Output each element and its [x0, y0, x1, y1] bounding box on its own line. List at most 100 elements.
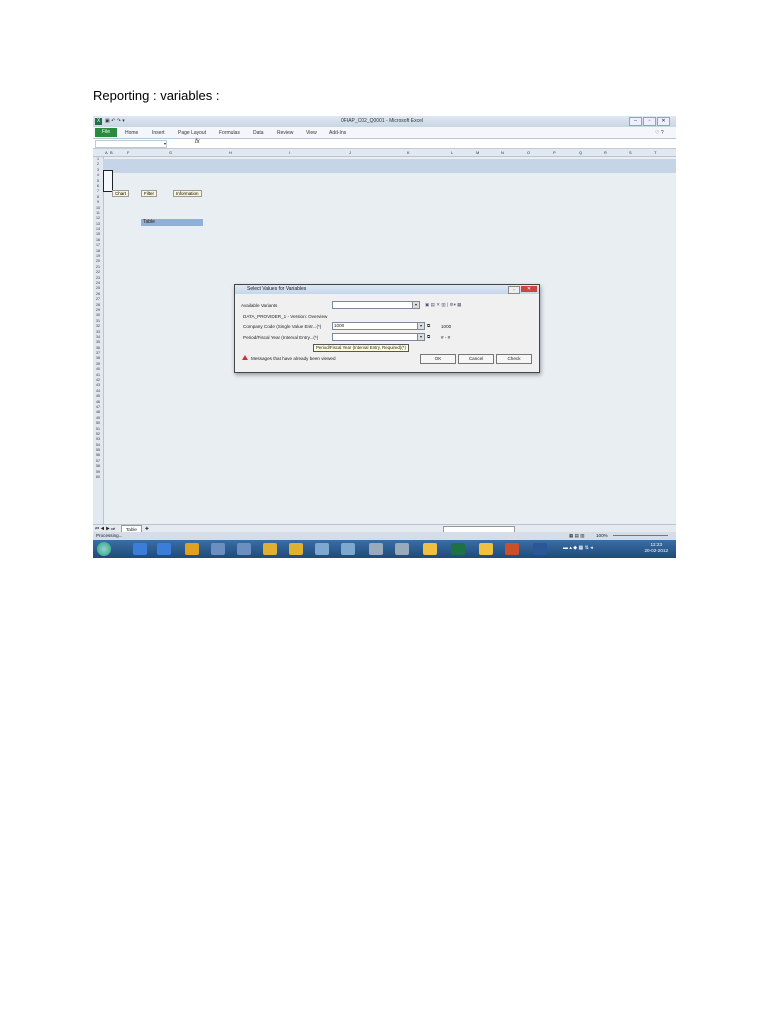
formula-bar: ▾ fx	[93, 139, 676, 149]
minimize-icon[interactable]: –	[629, 117, 642, 126]
excel-screenshot: X ▣ ↶ ↷ ▾ 0FIAP_C02_Q0001 - Microsoft Ex…	[93, 116, 676, 558]
cancel-button[interactable]: Cancel	[458, 354, 494, 364]
tooltip: Period/Fiscal Year (Interval Entry, Requ…	[313, 344, 409, 352]
app-icon[interactable]	[341, 543, 355, 555]
company-code-value: 1000	[334, 323, 345, 328]
period-display: # - #	[441, 335, 451, 340]
variant-toolbar-icons[interactable]: ▣ ▤ ✕ ▥ | ⚙▾ ▦	[425, 302, 462, 308]
tab-review[interactable]: Review	[277, 130, 293, 136]
document-heading: Reporting : variables :	[93, 88, 220, 103]
column-header[interactable]: O	[527, 150, 530, 155]
dialog-close-icon[interactable]: ✕	[521, 286, 537, 292]
period-fiscal-year-input[interactable]: ▾	[332, 333, 425, 341]
app-icon[interactable]	[479, 543, 493, 555]
column-header[interactable]: Q	[579, 150, 582, 155]
filter-button[interactable]: Filter	[141, 190, 157, 197]
name-box[interactable]: ▾	[95, 140, 167, 148]
window-title: 0FIAP_C02_Q0001 - Microsoft Excel	[341, 118, 423, 124]
window-icon[interactable]	[237, 543, 251, 555]
chevron-down-icon[interactable]: ▾	[417, 334, 424, 340]
value-help-icon[interactable]: ⧉	[427, 323, 430, 328]
selected-cell[interactable]	[103, 170, 113, 192]
ok-button[interactable]: OK	[420, 354, 456, 364]
company-code-label: Company Code (Single Value Entr...(*)	[243, 324, 322, 329]
status-text: Processing...	[96, 533, 123, 538]
clock[interactable]: 12:23 20-02-2012	[645, 542, 669, 554]
table-cell[interactable]: Table	[141, 219, 203, 226]
app-icon[interactable]	[423, 543, 437, 555]
chevron-down-icon[interactable]: ▾	[412, 302, 419, 308]
column-header[interactable]: G	[169, 150, 172, 155]
app-icon[interactable]	[395, 543, 409, 555]
powerpoint-icon[interactable]	[505, 543, 519, 555]
folder-icon[interactable]	[263, 543, 277, 555]
value-help-icon[interactable]: ⧉	[427, 334, 430, 339]
excel-icon[interactable]	[451, 543, 465, 555]
status-bar: Processing... ▦ ▤ ▥ 100%	[93, 532, 676, 540]
warning-icon	[242, 355, 248, 360]
column-header[interactable]: S	[629, 150, 632, 155]
dialog-title: Select Values for Variables	[247, 286, 307, 292]
chart-button[interactable]: Chart	[112, 190, 130, 197]
sheet-nav-icons[interactable]: ⏮ ◀ ▶ ⏭	[95, 526, 115, 531]
available-variants-label: Available Variants	[241, 303, 278, 308]
excel-title-bar: X ▣ ↶ ↷ ▾ 0FIAP_C02_Q0001 - Microsoft Ex…	[93, 116, 676, 127]
app-icon[interactable]	[369, 543, 383, 555]
zoom-slider[interactable]	[613, 535, 668, 536]
maximize-icon[interactable]: ▫	[643, 117, 656, 126]
company-code-display: 1000	[441, 324, 452, 329]
quick-access-toolbar[interactable]: ▣ ↶ ↷ ▾	[105, 118, 125, 124]
column-header[interactable]: J	[349, 150, 351, 155]
tab-view[interactable]: View	[306, 130, 317, 136]
company-code-input[interactable]: 1000 ▾	[332, 322, 425, 330]
folder-icon[interactable]	[185, 543, 199, 555]
dialog-maximize-icon[interactable]: ▫	[508, 286, 520, 294]
data-provider-label: DATA_PROVIDER_1 - Version: Overview	[243, 314, 328, 319]
column-header[interactable]: F	[127, 150, 129, 155]
tab-add-ins[interactable]: Add-Ins	[329, 130, 346, 136]
close-icon[interactable]: ✕	[657, 117, 670, 126]
column-header[interactable]: P	[553, 150, 556, 155]
column-header[interactable]: R	[604, 150, 607, 155]
app-icon[interactable]	[315, 543, 329, 555]
clock-date: 20-02-2012	[644, 548, 669, 553]
start-button-icon[interactable]	[97, 542, 111, 556]
column-header[interactable]: N	[501, 150, 504, 155]
information-button[interactable]: Information	[173, 190, 202, 197]
window-icon[interactable]	[211, 543, 225, 555]
folder-icon[interactable]	[289, 543, 303, 555]
tab-page-layout[interactable]: Page Layout	[178, 130, 206, 136]
zoom-level: 100%	[596, 533, 608, 538]
tab-home[interactable]: Home	[125, 130, 138, 136]
excel-logo-icon: X	[95, 118, 102, 125]
view-mode-icons[interactable]: ▦ ▤ ▥	[569, 532, 585, 540]
tab-insert[interactable]: Insert	[152, 130, 165, 136]
column-header[interactable]: I	[289, 150, 290, 155]
column-header[interactable]: K	[407, 150, 410, 155]
column-header[interactable]: A	[105, 150, 108, 155]
check-button[interactable]: Check	[496, 354, 532, 364]
column-header[interactable]: H	[229, 150, 232, 155]
period-fiscal-year-label: Period/Fiscal Year (Interval Entry...(*)	[243, 335, 319, 340]
column-header[interactable]: M	[476, 150, 479, 155]
column-header[interactable]: B	[110, 150, 113, 155]
available-variants-select[interactable]: ▾	[332, 301, 420, 309]
tab-file[interactable]: File	[95, 128, 117, 137]
row-header[interactable]: 60	[93, 475, 103, 480]
tab-formulas[interactable]: Formulas	[219, 130, 240, 136]
dialog-title-bar: Select Values for Variables ▫ ✕	[235, 285, 539, 294]
word-icon[interactable]	[533, 543, 547, 555]
header-band	[103, 159, 676, 173]
fx-icon[interactable]: fx	[195, 139, 200, 145]
column-header[interactable]: L	[451, 150, 453, 155]
chevron-down-icon[interactable]: ▾	[417, 323, 424, 329]
tray-icons[interactable]: ▬ ▴ ◆ ▦ ⇅ ◂	[563, 545, 593, 551]
help-icon[interactable]: ♡ ?	[655, 130, 664, 136]
column-header[interactable]: T	[654, 150, 656, 155]
ie-icon[interactable]	[157, 543, 171, 555]
variables-dialog: Select Values for Variables ▫ ✕ Availabl…	[234, 284, 540, 373]
tab-data[interactable]: Data	[253, 130, 264, 136]
ie-icon[interactable]	[133, 543, 147, 555]
row-headers: 1 2 3 4 5 6 7 8 9 10 11 12 13 14 15 16 17 18 19 20 21 22 23 24 2…	[93, 157, 104, 524]
taskbar: ▬ ▴ ◆ ▦ ⇅ ◂ 12:23 20-02-2012	[93, 540, 676, 558]
